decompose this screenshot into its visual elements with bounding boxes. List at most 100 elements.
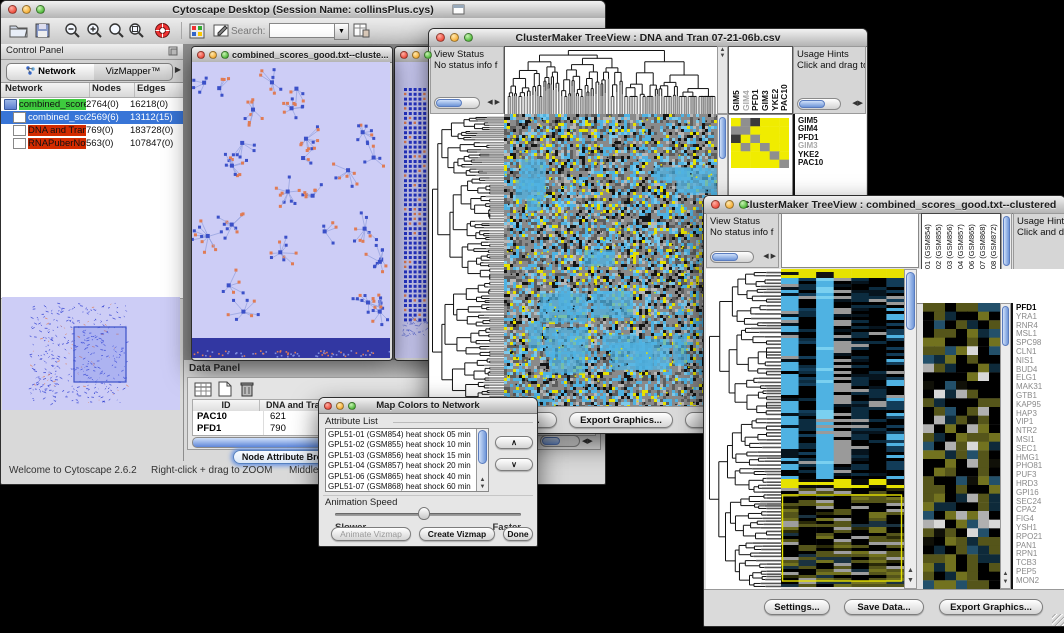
tab-vizmapper[interactable]: VizMapper™ <box>94 63 173 81</box>
zoom-button[interactable] <box>348 402 356 410</box>
tv1-column-label[interactable]: PFD1 <box>751 49 760 111</box>
tv2-heatmap-canvas[interactable] <box>781 269 904 589</box>
attribute-listbox[interactable]: GPL51-01 (GSM854) heat shock 05 minGPL51… <box>325 428 489 492</box>
tv1-column-label[interactable]: GIM4 <box>742 49 751 111</box>
tv1-heatmap-canvas[interactable] <box>504 114 717 406</box>
move-up-button[interactable]: ∧ <box>495 436 533 449</box>
network-tree-row[interactable]: combined_scores2764(0)16218(0) <box>1 98 183 111</box>
animate-vizmap-button[interactable]: Animate Vizmap <box>331 527 411 541</box>
annotation-icon[interactable] <box>213 23 230 38</box>
new-document-icon[interactable] <box>218 381 232 397</box>
treeview1-titlebar[interactable]: ClusterMaker TreeView : DNA and Tran 07-… <box>429 29 867 47</box>
col-header-nodes[interactable]: Nodes <box>90 83 135 97</box>
tv1-column-label[interactable]: YKE2 <box>771 49 780 111</box>
search-dropdown-button[interactable]: ▼ <box>334 23 349 40</box>
close-button[interactable] <box>400 51 408 59</box>
close-button[interactable] <box>8 5 17 14</box>
attribute-list-item[interactable]: GPL51-02 (GSM855) heat shock 10 min <box>326 440 476 450</box>
tv2-gene-dendrogram-canvas[interactable] <box>706 269 781 589</box>
zoom-button[interactable] <box>36 5 45 14</box>
scroll-left-icon[interactable]: ◀▶ <box>582 436 593 448</box>
table-icon[interactable] <box>194 382 212 397</box>
network-view-canvas[interactable] <box>192 62 390 358</box>
tv1-hints-hscroll[interactable] <box>797 98 841 110</box>
create-vizmap-button[interactable]: Create Vizmap <box>419 527 495 541</box>
save-icon[interactable] <box>35 23 50 38</box>
export-graphics-button[interactable]: Export Graphics... <box>569 412 673 428</box>
search-input[interactable] <box>269 23 335 38</box>
zoom-button[interactable] <box>464 33 473 42</box>
minimize-button[interactable] <box>336 402 344 410</box>
attribute-list-item[interactable]: GPL51-07 (GSM868) heat shock 60 min <box>326 482 476 492</box>
tv1-column-label[interactable]: GIM3 <box>761 49 770 111</box>
main-titlebar[interactable]: Cytoscape Desktop (Session Name: collins… <box>1 1 605 19</box>
open-file-icon[interactable] <box>9 23 28 38</box>
done-button[interactable]: Done <box>503 527 533 541</box>
minimize-button[interactable] <box>725 200 734 209</box>
treeview2-titlebar[interactable]: ClusterMaker TreeView : combined_scores_… <box>704 196 1064 214</box>
close-button[interactable] <box>324 402 332 410</box>
network-tree-row[interactable]: DNA and Tran 07769(0)183728(0) <box>1 124 183 137</box>
attribute-list-item[interactable]: GPL51-01 (GSM854) heat shock 05 min <box>326 430 476 440</box>
col-header-edges[interactable]: Edges <box>135 83 166 97</box>
minimize-button[interactable] <box>22 5 31 14</box>
network-nodes-count: 769(0) <box>86 125 130 136</box>
tv1-status-hscroll[interactable] <box>434 97 480 109</box>
float-panel-icon[interactable] <box>168 46 178 56</box>
scroll-arrows-icon[interactable]: ◀ ▶ <box>487 97 500 109</box>
close-button[interactable] <box>711 200 720 209</box>
network-tree-row[interactable]: RNAPuberNov2+563(0)107847(0) <box>1 137 183 150</box>
move-down-button[interactable]: ∨ <box>495 458 533 471</box>
minimize-button[interactable] <box>209 51 217 59</box>
tv2-button-bar: Settings... Save Data... Export Graphics… <box>704 589 1064 627</box>
data-panel-hscroll-pill[interactable] <box>540 435 580 447</box>
tv1-gene-label[interactable]: PAC10 <box>798 159 866 167</box>
attribute-list-item[interactable]: GPL51-06 (GSM865) heat shock 40 min <box>326 472 476 482</box>
attribute-list-item[interactable]: GPL51-03 (GSM856) heat shock 15 min <box>326 451 476 461</box>
zoom-button[interactable] <box>221 51 229 59</box>
col-header-network[interactable]: Network <box>1 83 90 97</box>
attribute-list-vscrollbar[interactable]: ▲▼ <box>476 429 488 491</box>
tv1-correlation-matrix-canvas[interactable] <box>731 118 789 168</box>
tv1-mini-vscroll[interactable]: ▲▼ <box>717 46 728 114</box>
tv2-status-hscroll[interactable] <box>710 251 754 263</box>
tv1-column-label[interactable]: GIM5 <box>732 49 741 111</box>
tv2-gene-label[interactable]: MON2 <box>1016 577 1064 586</box>
vizmapper-icon[interactable] <box>189 23 205 39</box>
tv1-column-dendrogram-canvas[interactable] <box>504 46 719 116</box>
zoom-button[interactable] <box>739 200 748 209</box>
export-graphics-button[interactable]: Export Graphics... <box>939 599 1043 615</box>
save-data-button[interactable]: Save Data... <box>844 599 924 615</box>
tab-overflow-button[interactable]: ▶ <box>175 65 181 74</box>
dialog-titlebar[interactable]: Map Colors to Network <box>319 398 537 414</box>
scroll-arrows-icon[interactable]: ◀▶ <box>852 98 863 110</box>
slider-thumb[interactable] <box>418 507 430 520</box>
zoom-button[interactable] <box>424 51 432 59</box>
attribute-list-item[interactable]: GPL51-04 (GSM857) heat shock 20 min <box>326 461 476 471</box>
zoom-in-icon[interactable] <box>86 22 103 39</box>
tv1-gene-dendrogram-canvas[interactable] <box>430 114 504 406</box>
scroll-arrows-icon[interactable]: ◀ ▶ <box>763 251 776 263</box>
settings-button[interactable]: Settings... <box>764 599 830 615</box>
minimize-button[interactable] <box>450 33 459 42</box>
help-lifebuoy-icon[interactable] <box>154 22 171 39</box>
tv1-column-label[interactable]: PAC10 <box>780 49 789 111</box>
tv2-heatmap-vscrollbar[interactable]: ▲▼ <box>904 269 917 589</box>
network-window-a: combined_scores_good.txt--cluste... <box>191 46 393 361</box>
attribute-browser-icon[interactable] <box>353 22 370 38</box>
zoom-selected-icon[interactable] <box>128 22 145 39</box>
tv2-selection-heatmap-canvas[interactable] <box>923 303 1000 589</box>
zoom-out-icon[interactable] <box>64 22 81 39</box>
delete-trash-icon[interactable] <box>240 381 254 397</box>
birdseye-view-canvas[interactable] <box>2 297 180 410</box>
control-panel-title: Control Panel <box>6 45 64 56</box>
network-tree-row[interactable]: combined_sco2569(6)13112(15) <box>1 111 183 124</box>
window-menu-icon[interactable] <box>452 4 465 15</box>
tv2-selection-vscrollbar[interactable]: ▲▼ <box>1000 303 1011 589</box>
resize-grip[interactable] <box>1052 614 1064 626</box>
close-button[interactable] <box>197 51 205 59</box>
tab-network[interactable]: Network <box>6 63 96 81</box>
minimize-button[interactable] <box>412 51 420 59</box>
close-button[interactable] <box>436 33 445 42</box>
zoom-fit-icon[interactable] <box>108 22 125 39</box>
